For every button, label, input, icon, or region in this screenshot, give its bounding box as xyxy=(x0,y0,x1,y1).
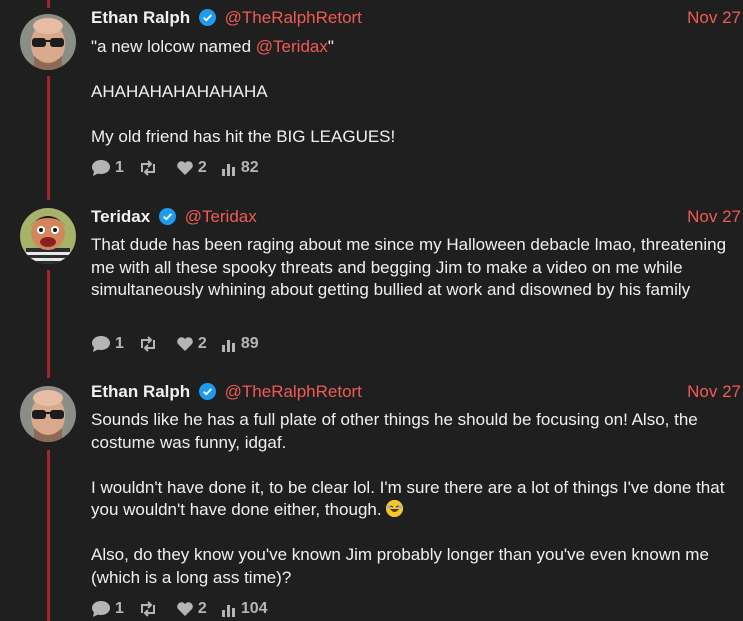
post-line: I wouldn't have done it, to be clear lol… xyxy=(91,477,725,520)
verified-badge-icon xyxy=(198,9,216,26)
reply-button[interactable]: 1 xyxy=(91,334,124,354)
author-handle[interactable]: @TheRalphRetort xyxy=(225,382,362,401)
bald-man-sunglasses-avatar xyxy=(20,386,76,442)
repost-button[interactable] xyxy=(138,160,162,176)
avatar[interactable] xyxy=(20,14,76,70)
reply-icon xyxy=(92,601,110,617)
post-date[interactable]: Nov 27 xyxy=(687,7,741,29)
post-line: That dude has been raging about me since… xyxy=(91,235,727,299)
heart-icon xyxy=(177,161,193,175)
thread-line-1 xyxy=(47,76,50,200)
heart-icon xyxy=(177,602,193,616)
bald-man-sunglasses-avatar xyxy=(20,14,76,70)
reply-count: 1 xyxy=(115,335,124,352)
mention-link[interactable]: @Teridax xyxy=(256,37,328,56)
thread-line-2 xyxy=(47,270,50,378)
bar-chart-icon xyxy=(221,605,235,617)
bar-chart-icon xyxy=(221,164,235,176)
like-count: 2 xyxy=(197,600,207,617)
views-count: 89 xyxy=(240,335,259,352)
views-count: 104 xyxy=(240,600,268,617)
puppet-avatar xyxy=(20,208,76,264)
like-button[interactable]: 2 xyxy=(176,334,207,354)
repost-icon xyxy=(140,336,155,352)
avatar[interactable] xyxy=(20,386,76,442)
post-stats: 1 2 82 xyxy=(91,158,273,178)
bar-chart-icon xyxy=(221,340,235,352)
author-handle[interactable]: @TheRalphRetort xyxy=(225,8,362,27)
like-button[interactable]: 2 xyxy=(176,599,207,619)
reply-button[interactable]: 1 xyxy=(91,599,124,619)
post-line: Also, do they know you've known Jim prob… xyxy=(91,545,709,587)
post-line: My old friend has hit the BIG LEAGUES! xyxy=(91,127,396,146)
reply-icon xyxy=(92,336,110,352)
like-button[interactable]: 2 xyxy=(176,158,207,178)
post-line: Sounds like he has a full plate of other… xyxy=(91,410,698,452)
post-date[interactable]: Nov 27 xyxy=(687,206,741,228)
post-stats: 1 2 104 xyxy=(91,599,282,619)
laughing-emoji-icon xyxy=(386,500,404,517)
heart-icon xyxy=(177,337,193,351)
reply-count: 1 xyxy=(115,159,124,176)
post-body: That dude has been raging about me since… xyxy=(91,234,735,302)
post-body: "a new lolcow named @Teridax" AHAHAHAHAH… xyxy=(91,36,735,149)
author-name[interactable]: Ethan Ralph xyxy=(91,382,190,401)
author-name[interactable]: Ethan Ralph xyxy=(91,8,190,27)
quote-text: "a new lolcow named xyxy=(91,37,256,56)
avatar[interactable] xyxy=(20,208,76,264)
post-body: Sounds like he has a full plate of other… xyxy=(91,409,735,589)
repost-icon xyxy=(140,601,155,617)
views-stat[interactable]: 104 xyxy=(221,599,268,619)
repost-button[interactable] xyxy=(138,601,162,617)
thread-line-3 xyxy=(47,450,50,621)
author-handle[interactable]: @Teridax xyxy=(185,207,257,226)
views-stat[interactable]: 82 xyxy=(221,158,259,178)
quote-close: " xyxy=(327,37,334,56)
reply-icon xyxy=(92,160,110,176)
views-count: 82 xyxy=(240,159,259,176)
post-stats: 1 2 89 xyxy=(91,334,273,354)
verified-badge-icon xyxy=(158,208,176,225)
like-count: 2 xyxy=(197,335,207,352)
repost-icon xyxy=(140,160,155,176)
verified-badge-icon xyxy=(198,383,216,400)
reply-count: 1 xyxy=(115,600,124,617)
repost-button[interactable] xyxy=(138,336,162,352)
post-line: AHAHAHAHAHAHAHA xyxy=(91,82,268,101)
post-date[interactable]: Nov 27 xyxy=(687,381,741,403)
reply-button[interactable]: 1 xyxy=(91,158,124,178)
author-name[interactable]: Teridax xyxy=(91,207,150,226)
thread-line-top xyxy=(47,0,50,8)
like-count: 2 xyxy=(197,159,207,176)
views-stat[interactable]: 89 xyxy=(221,334,259,354)
